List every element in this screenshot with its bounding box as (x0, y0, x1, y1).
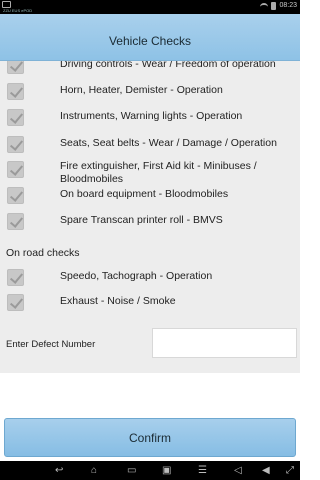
confirm-button[interactable]: Confirm (4, 418, 296, 457)
check-label: Horn, Heater, Demister - Operation (60, 84, 223, 96)
check-label: Driving controls - Wear / Freedom of ope… (60, 61, 276, 70)
check-label: Seats, Seat belts - Wear / Damage / Oper… (60, 137, 277, 149)
screenshot-icon[interactable]: ▣ (162, 465, 171, 476)
status-bar: ZZU EUS ePOD 08:23 (0, 0, 300, 14)
check-label: Exhaust - Noise / Smoke (60, 295, 176, 307)
section-heading-on-road: On road checks (6, 247, 80, 259)
checkbox-checked[interactable] (7, 83, 24, 100)
checkbox-checked[interactable] (7, 187, 24, 204)
recent-apps-icon[interactable]: ▭ (127, 465, 136, 476)
status-app-text: ZZU EUS ePOD (3, 8, 33, 13)
volume-up-icon[interactable]: ◀ (262, 465, 270, 476)
checkbox-checked[interactable] (7, 161, 24, 178)
page-title: Vehicle Checks (108, 34, 192, 48)
menu-icon[interactable]: ☰ (198, 465, 207, 476)
defect-number-label: Enter Defect Number (6, 339, 96, 350)
home-icon[interactable]: ⌂ (91, 465, 97, 476)
notification-icon (2, 1, 11, 8)
screen: ZZU EUS ePOD 08:23 Vehicle Checks Drivin… (0, 0, 300, 480)
checkbox-checked[interactable] (7, 136, 24, 153)
checkbox-checked[interactable] (7, 269, 24, 286)
checks-list[interactable]: Driving controls - Wear / Freedom of ope… (0, 61, 300, 373)
notification-icons (2, 1, 11, 8)
back-icon[interactable]: ↩ (55, 465, 63, 476)
checkbox-checked[interactable] (7, 109, 24, 126)
expand-icon[interactable]: ⤢ (286, 465, 294, 476)
volume-down-icon[interactable]: ◁ (234, 465, 242, 476)
status-time: 08:23 (279, 2, 297, 9)
checkbox-checked[interactable] (7, 294, 24, 311)
check-label: On board equipment - Bloodmobiles (60, 188, 229, 200)
checkbox-checked[interactable] (7, 213, 24, 230)
status-indicators: 08:23 (260, 1, 297, 11)
wifi-icon (260, 3, 269, 9)
check-label: Fire extinguisher, First Aid kit - Minib… (60, 160, 257, 185)
battery-icon (271, 2, 277, 10)
check-label: Speedo, Tachograph - Operation (60, 270, 213, 282)
app-header: Vehicle Checks (0, 14, 300, 61)
check-label: Instruments, Warning lights - Operation (60, 110, 243, 122)
check-label: Spare Transcan printer roll - BMVS (60, 214, 223, 226)
checkbox-checked[interactable] (7, 61, 24, 74)
defect-number-input[interactable] (152, 328, 297, 358)
system-nav-bar: ↩ ⌂ ▭ ▣ ☰ ◁ ◀ ⤢ (0, 461, 300, 480)
